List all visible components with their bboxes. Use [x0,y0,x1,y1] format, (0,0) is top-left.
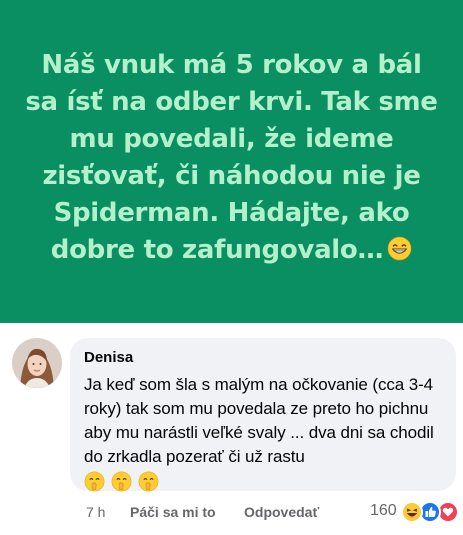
post-text-block: Náš vnuk má 5 rokov a bál sa ísť na odbe… [22,47,442,269]
facebook-post-screen: Náš vnuk má 5 rokov a bál sa ísť na odbe… [0,0,463,535]
post-text: Náš vnuk má 5 rokov a bál sa ísť na odbe… [25,49,438,265]
comment-emoji-row [84,471,444,497]
avatar-photo-icon [12,338,62,388]
comment-author[interactable]: Denisa [84,349,444,367]
reply-button[interactable]: Odpovedať [244,503,319,521]
comment-timestamp[interactable]: 7 h [86,503,105,521]
like-button[interactable]: Páči sa mi to [130,503,216,521]
haha-icon [401,501,423,523]
reaction-icons[interactable] [401,501,459,523]
comment-actions: 7 h Páči sa mi to Odpovedať 160 [70,500,459,524]
reaction-count[interactable]: 160 [370,500,397,522]
avatar[interactable] [12,338,62,388]
shushing-face-emoji [111,471,132,492]
comment-bubble: Denisa Ja keď som šla s malým na očkovan… [70,338,456,492]
shushing-face-emoji [84,471,105,492]
grinning-face-emoji [387,236,412,260]
post-background: Náš vnuk má 5 rokov a bál sa ísť na odbe… [0,0,463,323]
comment-text: Ja keď som šla s malým na očkovanie (cca… [84,375,434,466]
shushing-face-emoji [138,471,159,492]
